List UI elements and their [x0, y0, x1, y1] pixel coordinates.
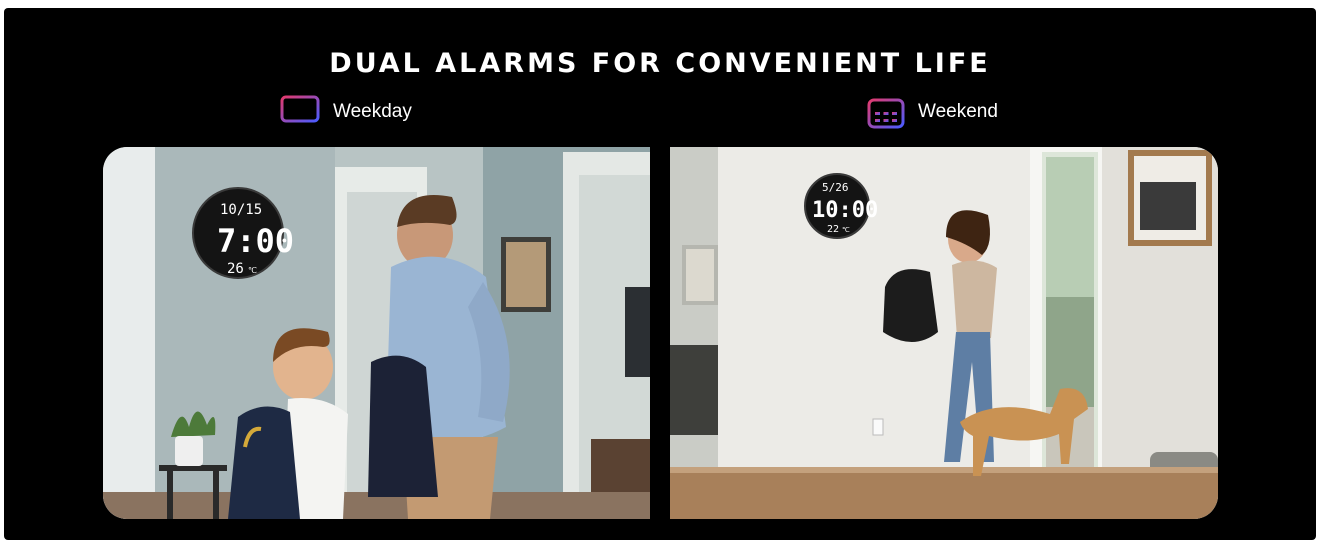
weekday-clock-unit: ℃ — [248, 266, 257, 275]
weekday-clock-time: 7:00 — [217, 222, 294, 260]
weekend-clock-unit: ℃ — [842, 226, 850, 234]
weekday-photo: 10/15 7:00 26 ℃ — [103, 147, 650, 519]
banner-title: DUAL ALARMS FOR CONVENIENT LIFE — [329, 48, 991, 79]
weekend-label-group: Weekend — [866, 94, 998, 130]
banner: DUAL ALARMS FOR CONVENIENT LIFE Weekday — [4, 8, 1316, 540]
weekend-clock-time: 10:00 — [812, 198, 878, 223]
weekday-clock-temp: 26 — [227, 261, 244, 277]
weekend-photo: 5/26 10:00 22 ℃ — [670, 147, 1218, 519]
weekday-label: Weekday — [333, 101, 412, 122]
calendar-icon — [866, 94, 906, 130]
weekday-clock-date: 10/15 — [220, 202, 262, 218]
weekend-label: Weekend — [918, 101, 998, 122]
weekend-clock-temp: 22 — [827, 224, 839, 235]
weekday-label-group: Weekday — [279, 94, 412, 130]
weekend-clock-date: 5/26 — [822, 181, 849, 194]
monitor-icon — [279, 94, 321, 130]
